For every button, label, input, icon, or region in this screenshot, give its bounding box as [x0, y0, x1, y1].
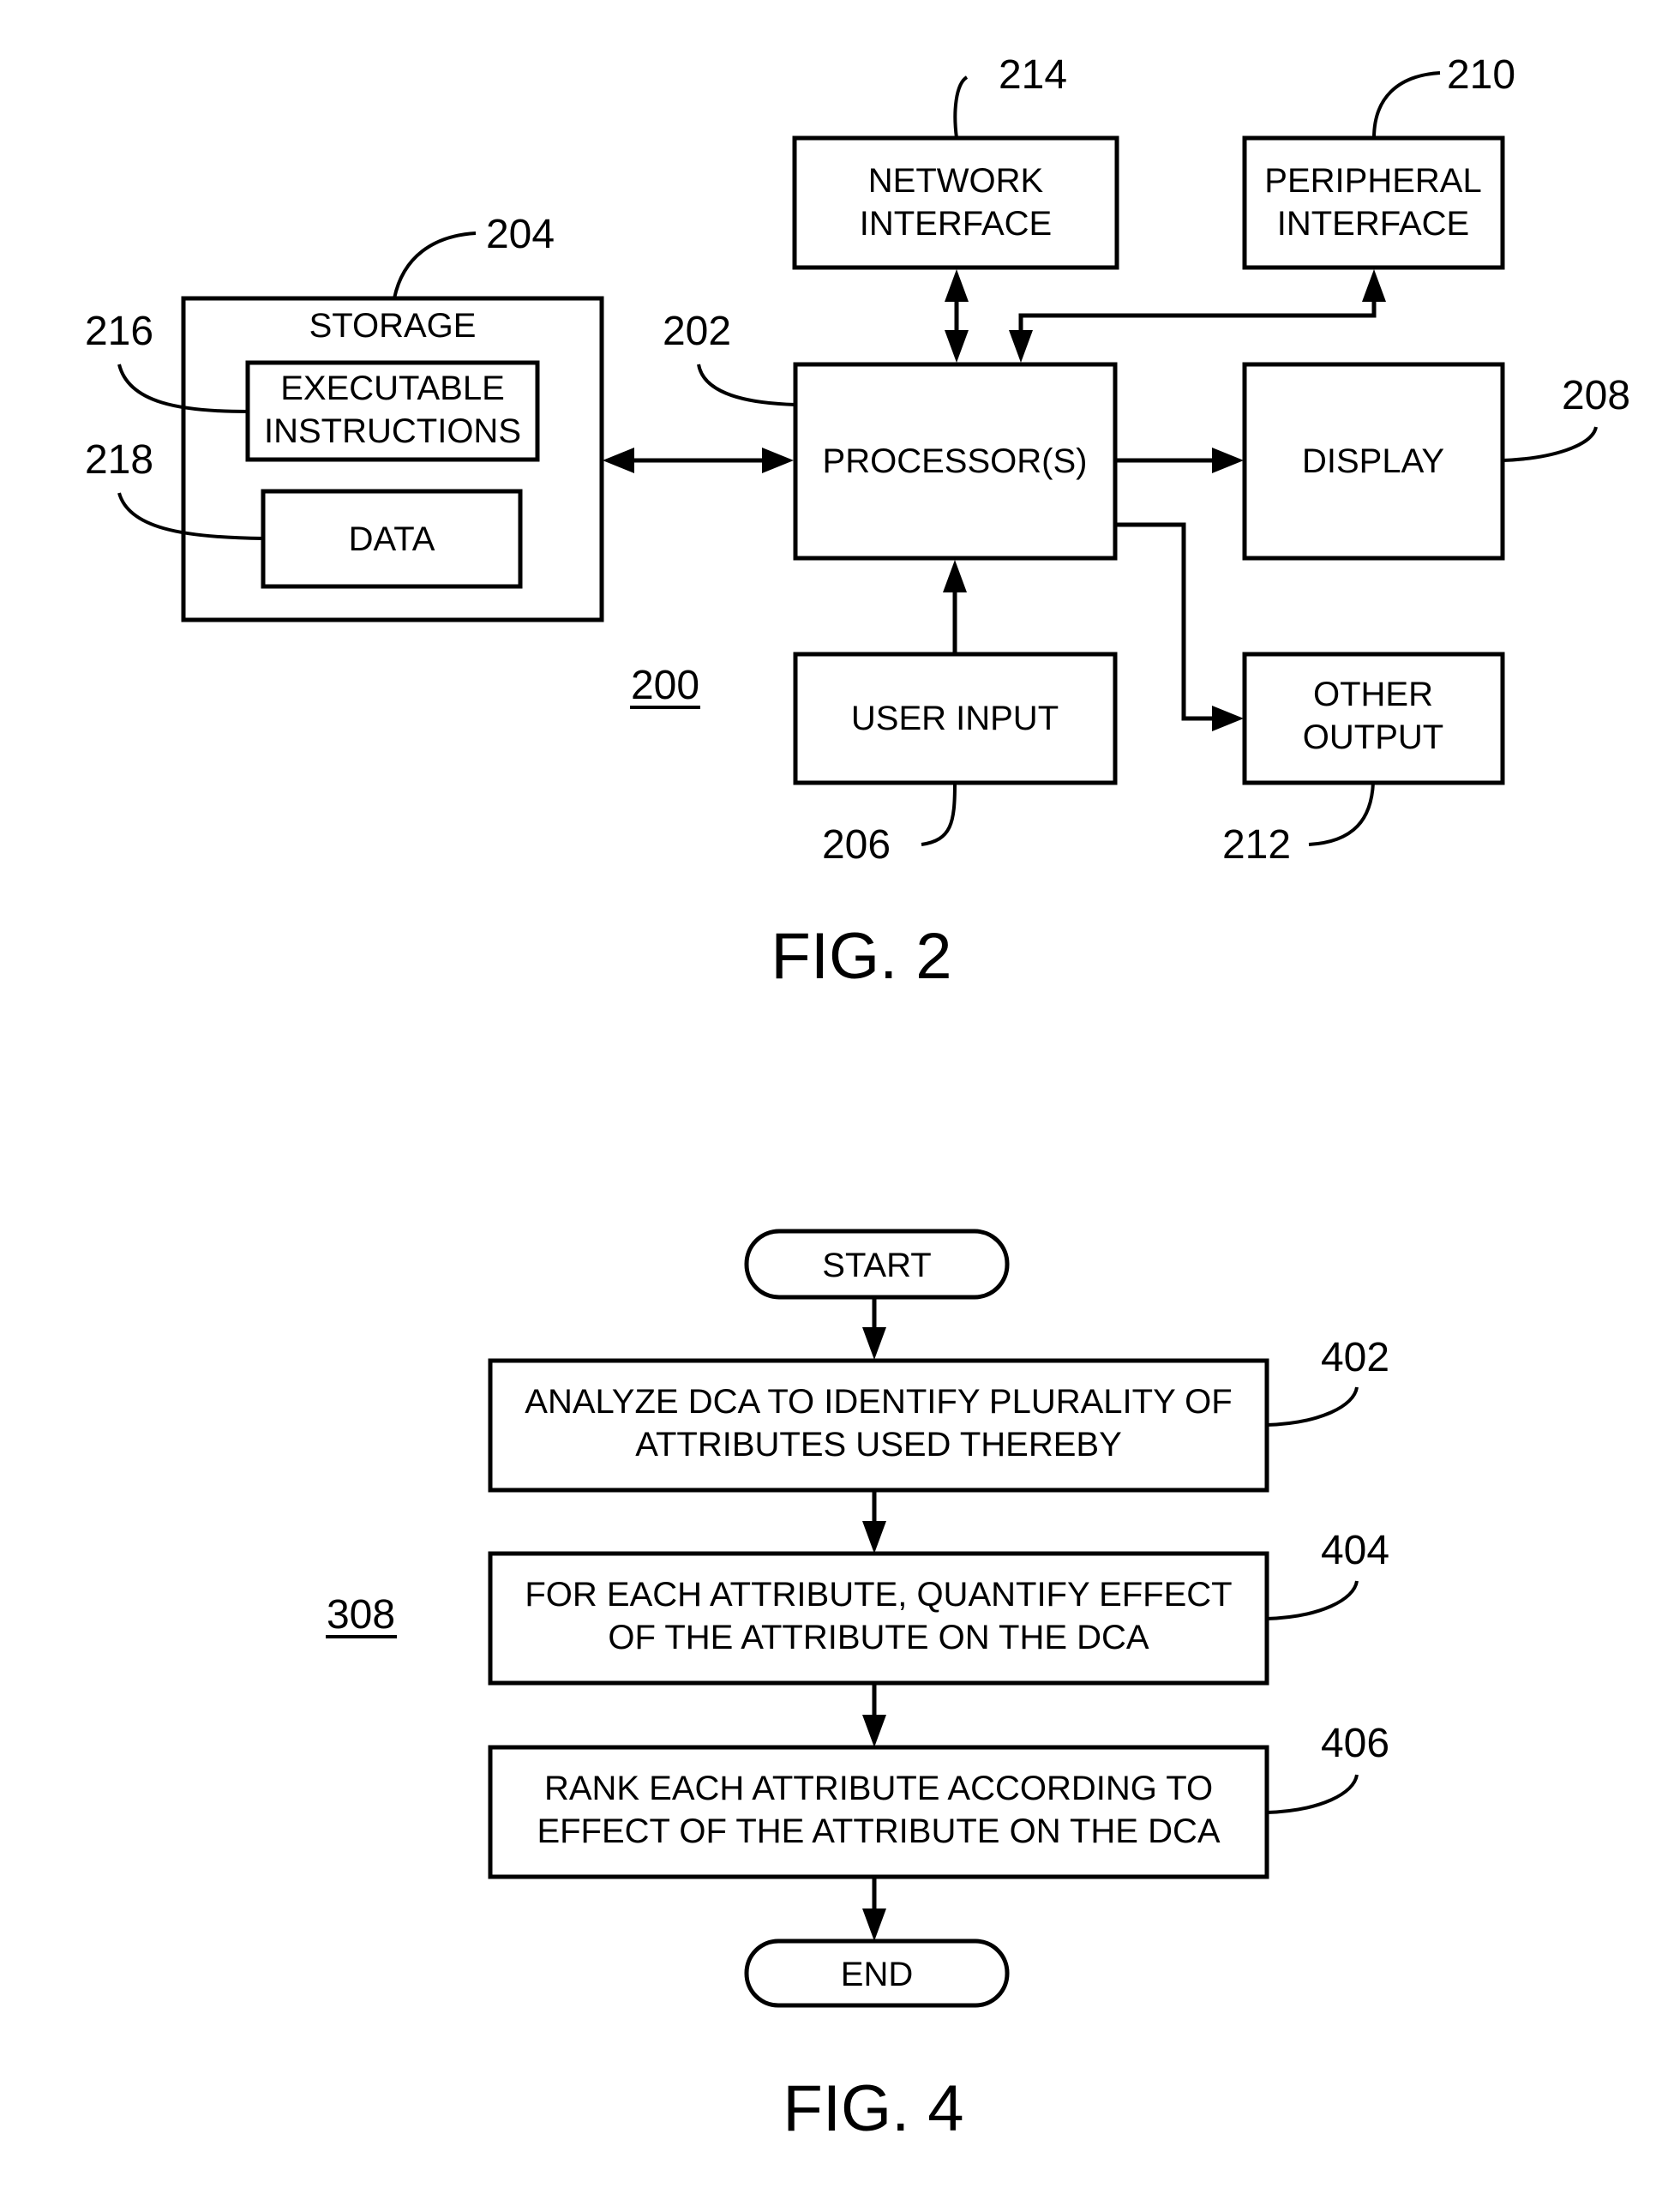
processor-otheroutput-connector [1115, 522, 1221, 721]
network-interface-block: NETWORK INTERFACE [792, 135, 1119, 270]
leader-210 [1372, 71, 1441, 139]
arrowhead-down-icon [862, 1521, 886, 1554]
arrowhead-up-icon [1362, 269, 1386, 302]
processor-block: PROCESSOR(S) [793, 362, 1118, 561]
user-input-label: USER INPUT [851, 700, 1059, 737]
ref-208: 208 [1562, 373, 1630, 418]
arrowhead-left-icon [603, 448, 634, 473]
ref-404: 404 [1321, 1528, 1389, 1573]
peripheral-interface-box [1242, 135, 1505, 270]
arrowhead-up-icon [945, 269, 969, 302]
step-406-line1: RANK EACH ATTRIBUTE ACCORDING TO [544, 1770, 1213, 1807]
network-interface-line1: NETWORK [868, 162, 1044, 200]
ref-212: 212 [1222, 822, 1291, 868]
ref-406: 406 [1321, 1721, 1389, 1766]
arrowhead-down-icon [945, 330, 969, 363]
ref-206: 206 [822, 822, 891, 868]
end-label: END [841, 1956, 913, 1993]
leader-214 [953, 75, 969, 139]
arrowhead-right-icon [1212, 448, 1244, 473]
fig2-block-diagram: STORAGE EXECUTABLE INSTRUCTIONS DATA PRO… [85, 52, 1630, 993]
peripheral-processor-connector [1018, 292, 1377, 340]
arrowhead-down-icon [862, 1715, 886, 1747]
patent-drawing-sheet: STORAGE EXECUTABLE INSTRUCTIONS DATA PRO… [85, 52, 1630, 2145]
step-406-line2: EFFECT OF THE ATTRIBUTE ON THE DCA [537, 1812, 1220, 1850]
arrowhead-right-icon [1212, 706, 1244, 731]
leader-212 [1308, 782, 1375, 846]
leader-404 [1266, 1580, 1359, 1620]
arrowhead-right-icon [762, 448, 794, 473]
executable-instructions-line1: EXECUTABLE [280, 370, 505, 407]
other-output-line1: OTHER [1313, 676, 1433, 713]
user-input-block: USER INPUT [793, 652, 1118, 785]
arrowhead-down-icon [862, 1327, 886, 1360]
executable-instructions-line2: INSTRUCTIONS [264, 412, 521, 450]
ref-216: 216 [85, 309, 153, 354]
other-output-block: OTHER OUTPUT [1242, 652, 1505, 785]
leader-402 [1266, 1386, 1359, 1427]
other-output-line2: OUTPUT [1303, 718, 1443, 756]
ref-218: 218 [85, 437, 153, 483]
display-label: DISPLAY [1302, 442, 1444, 480]
network-interface-line2: INTERFACE [860, 205, 1052, 243]
step-402-line1: ANALYZE DCA TO IDENTIFY PLURALITY OF [525, 1383, 1232, 1421]
peripheral-interface-line1: PERIPHERAL [1264, 162, 1481, 200]
step-402-line2: ATTRIBUTES USED THEREBY [635, 1426, 1122, 1464]
ref-202: 202 [663, 309, 731, 354]
ref-210: 210 [1447, 52, 1515, 98]
fig4-flowchart: START ANALYZE DCA TO IDENTIFY PLURALITY … [326, 1229, 1389, 2145]
network-interface-box [792, 135, 1119, 270]
storage-block: STORAGE EXECUTABLE INSTRUCTIONS DATA [181, 296, 604, 622]
ref-214: 214 [999, 52, 1067, 98]
peripheral-interface-block: PERIPHERAL INTERFACE [1242, 135, 1505, 270]
arrowhead-down-icon [862, 1908, 886, 1941]
leader-202 [697, 364, 796, 406]
processor-label: PROCESSOR(S) [823, 442, 1088, 480]
data-label: DATA [349, 520, 435, 558]
start-label: START [822, 1247, 931, 1284]
fig4-caption: FIG. 4 [783, 2072, 963, 2145]
display-block: DISPLAY [1242, 362, 1505, 561]
arrowhead-down-icon [1009, 330, 1033, 363]
leader-406 [1266, 1774, 1359, 1814]
leader-208 [1502, 426, 1598, 462]
fig2-caption: FIG. 2 [771, 920, 951, 993]
leader-204 [393, 231, 477, 299]
peripheral-interface-line2: INTERFACE [1277, 205, 1469, 243]
leader-206 [921, 782, 957, 846]
process-ref-308: 308 [327, 1592, 395, 1638]
arrowhead-up-icon [943, 560, 967, 592]
ref-204: 204 [486, 212, 555, 257]
ref-402: 402 [1321, 1335, 1389, 1380]
step-404-line1: FOR EACH ATTRIBUTE, QUANTIFY EFFECT [525, 1576, 1232, 1614]
step-404-line2: OF THE ATTRIBUTE ON THE DCA [608, 1619, 1149, 1656]
system-ref-200: 200 [631, 663, 699, 708]
storage-label: STORAGE [309, 307, 477, 345]
